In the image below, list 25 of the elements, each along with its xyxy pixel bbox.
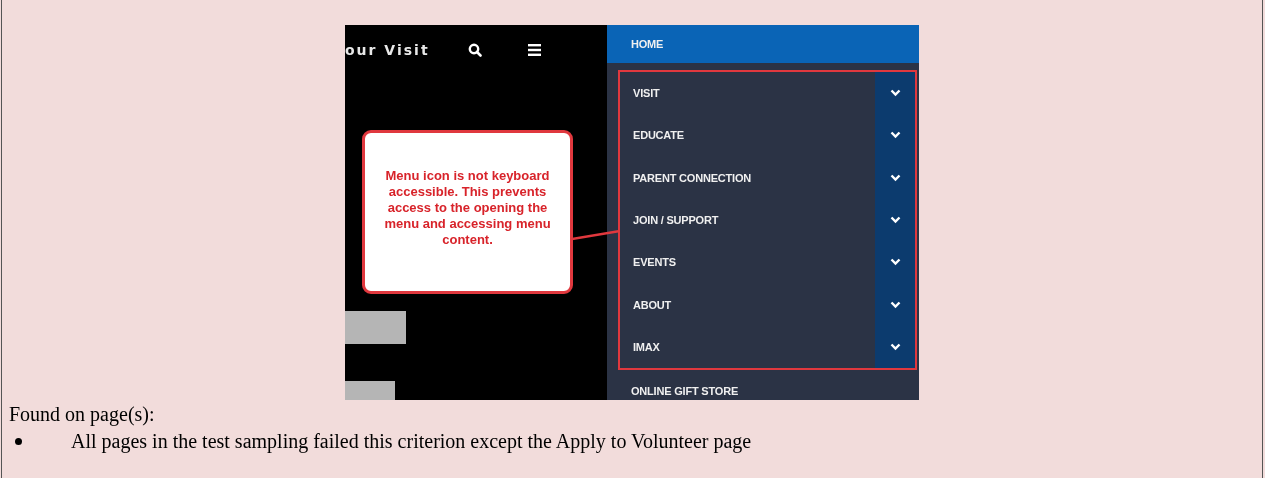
- menu-item[interactable]: PARENT CONNECTION: [620, 156, 915, 199]
- placeholder-block: [345, 310, 406, 344]
- menu-item[interactable]: ABOUT: [620, 283, 915, 326]
- menu-item[interactable]: ONLINE GIFT STORE: [607, 370, 919, 400]
- chevron-down-icon[interactable]: [889, 342, 901, 351]
- menu-item[interactable]: IMAX: [620, 325, 915, 369]
- chevron-down-icon[interactable]: [889, 258, 901, 267]
- menu-item[interactable]: EDUCATE: [620, 114, 915, 157]
- chevron-down-icon[interactable]: [889, 173, 901, 182]
- menu-item[interactable]: EVENTS: [620, 241, 915, 284]
- found-label: Found on page(s):: [8, 403, 156, 426]
- chevron-down-icon[interactable]: [889, 216, 901, 225]
- callout-box: Menu icon is not keyboard accessible. This prevents access to the opening the menu and accessing menu content.: [362, 130, 573, 294]
- chevron-down-icon[interactable]: [889, 300, 901, 309]
- nav-link[interactable]: our Visit: [345, 41, 430, 58]
- placeholder-block: [345, 380, 395, 400]
- chevron-down-icon[interactable]: [889, 89, 901, 98]
- search-icon[interactable]: [467, 42, 482, 57]
- menu-item[interactable]: HOME: [607, 25, 919, 63]
- bullet-icon: [15, 438, 22, 445]
- menu-item[interactable]: VISIT: [620, 72, 915, 115]
- page-list-item: All pages in the test sampling failed this criterion except the Apply to Volunteer page: [71, 430, 752, 453]
- chevron-down-icon[interactable]: [889, 131, 901, 140]
- menu-icon[interactable]: [527, 43, 541, 56]
- menu-item[interactable]: JOIN / SUPPORT: [620, 198, 915, 242]
